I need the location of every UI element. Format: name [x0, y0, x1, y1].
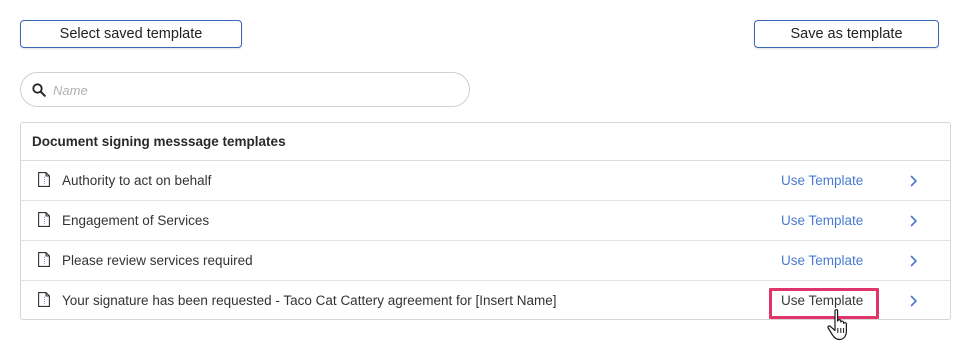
save-as-template-button[interactable]: Save as template: [754, 20, 939, 48]
template-row[interactable]: Your signature has been requested - Taco…: [21, 281, 950, 321]
use-template-link[interactable]: Use Template: [781, 201, 863, 241]
template-title: Your signature has been requested - Taco…: [62, 293, 557, 308]
chevron-right-icon[interactable]: [910, 255, 918, 267]
search-input[interactable]: [53, 79, 453, 101]
document-icon: [38, 212, 50, 227]
template-row[interactable]: Engagement of Services Use Template: [21, 201, 950, 241]
chevron-right-icon[interactable]: [910, 215, 918, 227]
use-template-link[interactable]: Use Template: [781, 241, 863, 281]
template-title: Engagement of Services: [62, 213, 210, 228]
template-row[interactable]: Authority to act on behalf Use Template: [21, 161, 950, 201]
templates-panel: Document signing messsage templates Auth…: [20, 122, 951, 320]
document-icon: [38, 172, 50, 187]
select-saved-template-button[interactable]: Select saved template: [20, 20, 242, 48]
chevron-right-icon[interactable]: [910, 295, 918, 307]
use-template-link[interactable]: Use Template: [781, 161, 863, 201]
document-icon: [38, 252, 50, 267]
use-template-link[interactable]: Use Template: [781, 281, 863, 321]
document-icon: [38, 292, 50, 307]
template-title: Please review services required: [62, 253, 253, 268]
template-row[interactable]: Please review services required Use Temp…: [21, 241, 950, 281]
search-box[interactable]: [20, 72, 470, 107]
panel-title: Document signing messsage templates: [21, 123, 950, 161]
chevron-right-icon[interactable]: [910, 175, 918, 187]
search-icon: [32, 83, 46, 97]
template-title: Authority to act on behalf: [62, 173, 212, 188]
